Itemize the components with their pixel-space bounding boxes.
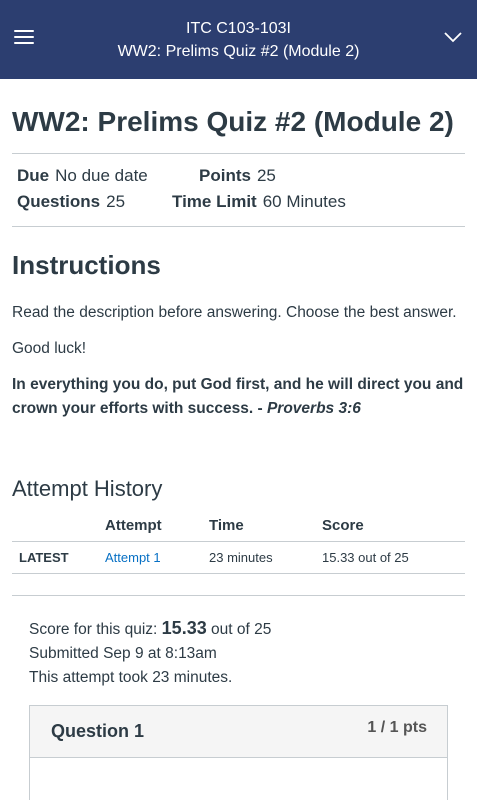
points-value: 25 <box>256 166 276 185</box>
due-label: Due <box>17 166 50 185</box>
column-header: Attempt <box>105 517 162 535</box>
top-navigation-bar: ITC C103-103I WW2: Prelims Quiz #2 (Modu… <box>0 0 477 79</box>
attempt-duration: This attempt took 23 minutes. <box>29 668 233 686</box>
column-header <box>12 511 105 541</box>
attempt-link-cell: Attempt 1 <box>105 540 209 574</box>
header-page-title: WW2: Prelims Quiz #2 (Module 2) <box>117 43 360 60</box>
question-card: Question 1 1 / 1 pts <box>29 704 448 800</box>
quote-text: In everything you do, put God first, and… <box>12 376 464 417</box>
points-row: Points 25 <box>199 166 276 186</box>
due-row: Due No due date <box>17 166 148 186</box>
submitted-date: Submitted Sep 9 at 8:13am <box>29 644 217 662</box>
attempt-history-heading: Attempt History <box>12 476 163 501</box>
points-label: Points <box>199 166 251 185</box>
score-line: Score for this quiz: 15.33 out of 25 <box>29 616 448 642</box>
questions-value: 25 <box>106 192 126 211</box>
instructions-text: Good luck! <box>12 340 87 357</box>
time-limit-row: Time Limit 60 Minutes <box>172 192 346 212</box>
chevron-down-icon[interactable] <box>443 30 463 44</box>
divider <box>12 226 465 227</box>
due-value: No due date <box>55 166 148 185</box>
questions-row: Questions 25 <box>17 192 125 212</box>
question-title: Question 1 <box>51 720 145 741</box>
column-header: Score <box>322 517 364 535</box>
page-title: WW2: Prelims Quiz #2 (Module 2) <box>12 106 454 137</box>
course-name: ITC C103-103I <box>186 20 291 37</box>
header-titles: ITC C103-103I WW2: Prelims Quiz #2 (Modu… <box>60 17 417 63</box>
attempt-history-table: Attempt Time Score LATEST Attempt 1 23 m… <box>12 511 465 574</box>
attempt-score: 15.33 out of 25 <box>322 540 465 574</box>
quote-reference: Proverbs 3:6 <box>266 400 361 417</box>
instructions-heading: Instructions <box>12 250 161 280</box>
attempt-link[interactable]: Attempt 1 <box>105 550 161 565</box>
question-header: Question 1 1 / 1 pts <box>30 705 447 758</box>
instructions-text: Read the description before answering. C… <box>12 304 457 321</box>
score-summary: Score for this quiz: 15.33 out of 25 Sub… <box>12 594 465 800</box>
column-header: Time <box>209 517 244 535</box>
hamburger-menu-icon[interactable] <box>14 30 34 46</box>
quiz-details: Due No due date Points 25 Questions 25 Time… <box>12 154 465 226</box>
table-row: LATEST Attempt 1 23 minutes 15.33 out of… <box>12 540 465 574</box>
score-value: 15.33 <box>161 617 207 638</box>
questions-label: Questions <box>17 192 101 211</box>
time-limit-value: 60 Minutes <box>262 192 346 211</box>
score-prefix: Score for this quiz: <box>29 620 162 638</box>
question-points: 1 / 1 pts <box>367 718 427 736</box>
attempt-time: 23 minutes <box>209 540 322 574</box>
table-header-row: Attempt Time Score <box>12 511 465 541</box>
latest-tag: LATEST <box>12 540 105 574</box>
time-limit-label: Time Limit <box>172 192 257 211</box>
instructions-quote: In everything you do, put God first, and… <box>12 373 465 421</box>
score-suffix: out of 25 <box>206 620 272 638</box>
main-content: WW2: Prelims Quiz #2 (Module 2) Due No du… <box>12 79 465 800</box>
